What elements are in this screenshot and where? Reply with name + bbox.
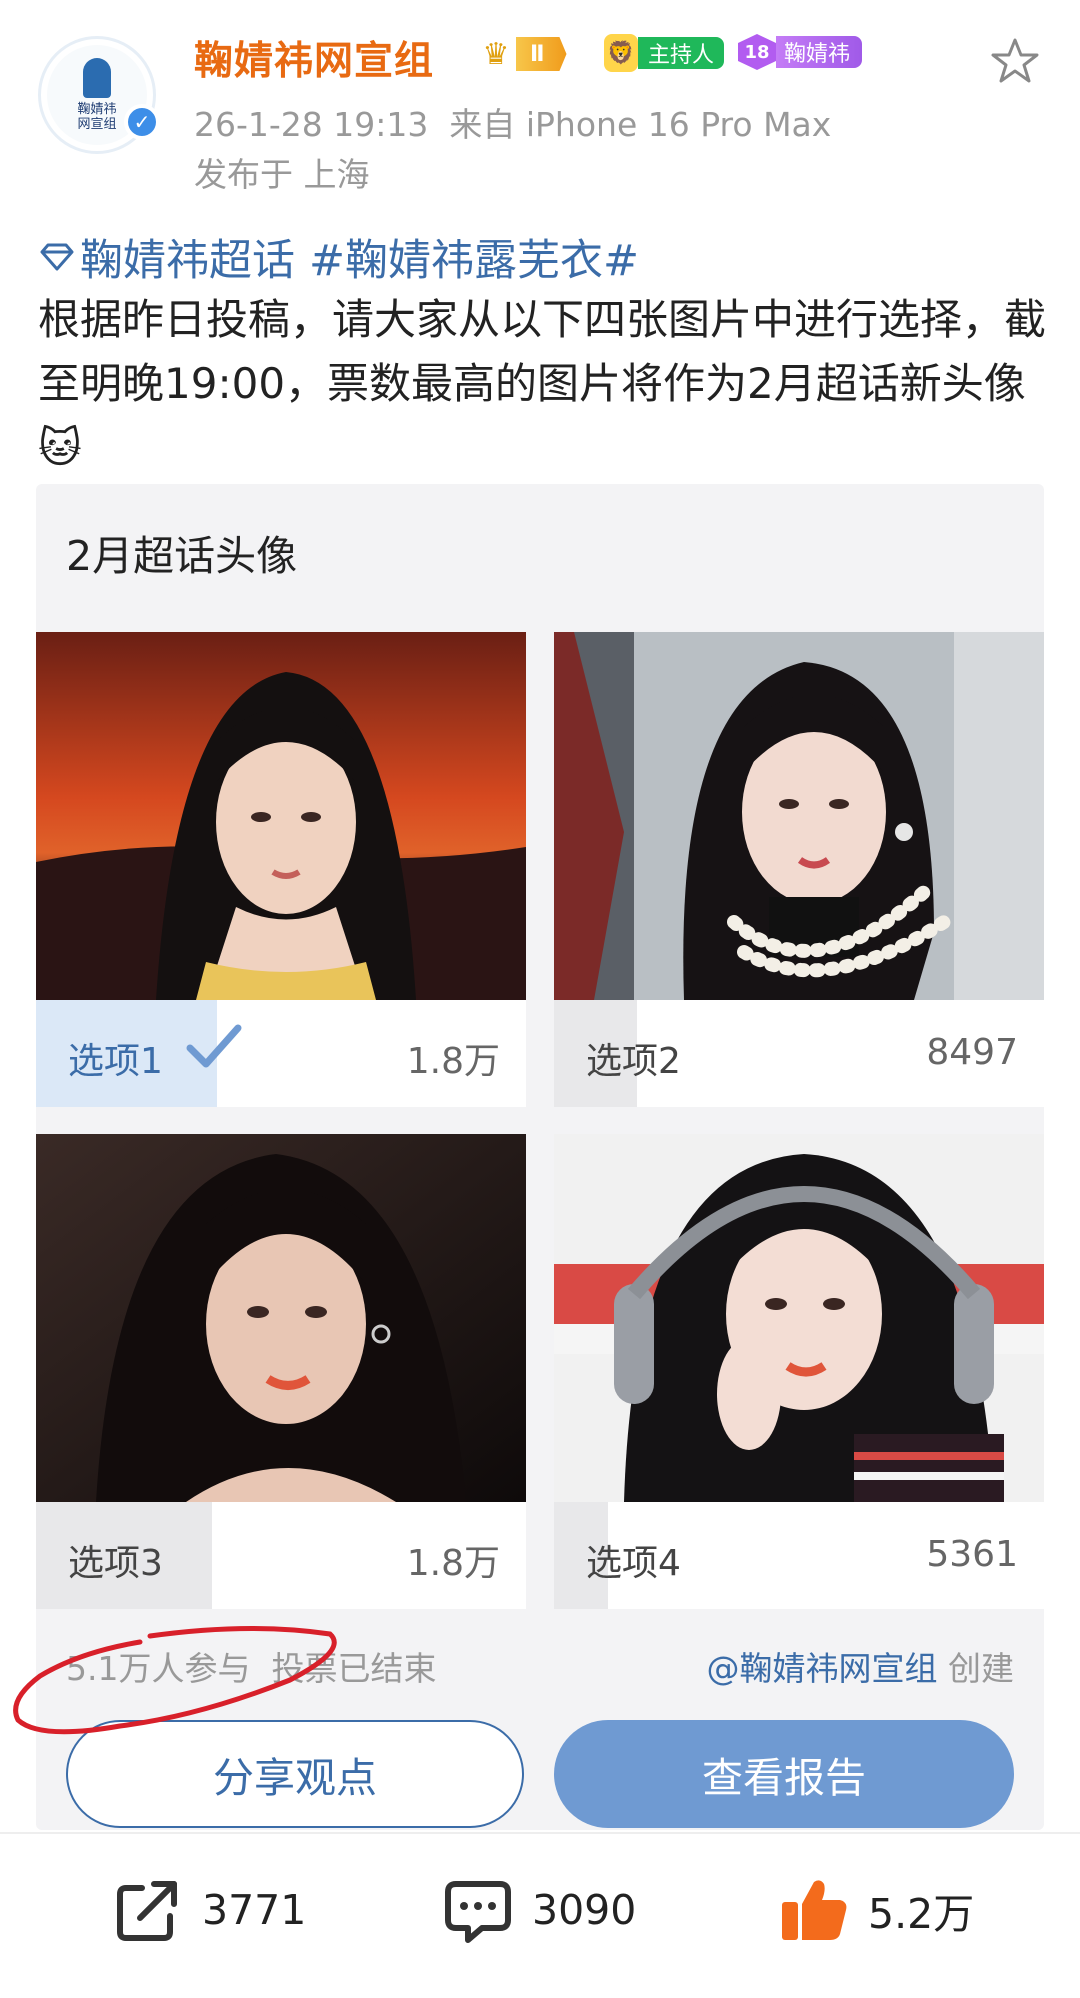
like-button[interactable]: 5.2万	[778, 1850, 974, 1970]
favorite-star-icon[interactable]	[990, 36, 1040, 86]
super-topic-link[interactable]: 鞠婧祎超话	[80, 226, 295, 288]
option-2-count: 8497	[926, 1032, 1018, 1073]
weibo-post-screen: 鞠婧祎 网宣组 ✓ 鞠婧祎网宣组 ♛ Ⅱ 🦁 主持人 18 鞠婧祎 26-1-2…	[0, 0, 1080, 1998]
fan-badge[interactable]: 18 鞠婧祎	[738, 34, 863, 70]
fan-level: 18	[738, 34, 776, 70]
option-2-label: 选项2	[586, 1041, 681, 1082]
comment-count: 3090	[532, 1886, 637, 1934]
option-4-label: 选项4	[586, 1543, 681, 1584]
repost-count: 3771	[202, 1886, 307, 1934]
like-count: 5.2万	[868, 1890, 975, 1938]
host-badge[interactable]: 🦁 主持人	[604, 34, 725, 72]
repost-button[interactable]: 3771	[112, 1850, 306, 1970]
post-timestamp: 26-1-28 19:13	[194, 105, 429, 144]
comment-icon	[445, 1881, 511, 1943]
post-body: 根据昨日投稿，请大家从以下四张图片中进行选择，截至明晚19:00，票数最高的图片…	[38, 295, 1047, 472]
poll-creator-link[interactable]: @鞠婧祎网宣组	[707, 1649, 938, 1688]
poll-status: 投票已结束	[271, 1649, 437, 1688]
option-1-count: 1.8万	[406, 1041, 500, 1082]
poll-option-1[interactable]: 选项1 1.8万	[36, 632, 526, 1107]
topic-line: 鞠婧祎超话 #鞠婧祎露芜衣#	[38, 226, 653, 288]
option-3-count: 1.8万	[406, 1543, 500, 1584]
thumbs-up-icon	[782, 1880, 847, 1940]
level-badge[interactable]: ♛ Ⅱ	[476, 34, 567, 74]
super-topic-icon	[40, 243, 74, 271]
option-1-label: 选项1	[68, 1041, 163, 1082]
poll-title: 2月超话头像	[66, 532, 298, 580]
poll-participants: 5.1万人参与	[66, 1649, 251, 1688]
poll-option-3[interactable]: 选项3 1.8万	[36, 1134, 526, 1609]
host-badge-label: 主持人	[638, 37, 725, 69]
post-location: 发布于 上海	[194, 155, 370, 194]
poll-option-2[interactable]: 选项2 8497	[554, 632, 1044, 1107]
option-4-count: 5361	[926, 1534, 1018, 1575]
level-badge-label: Ⅱ	[516, 37, 567, 71]
author-name[interactable]: 鞠婧祎网宣组	[194, 30, 434, 86]
host-mascot-icon: 🦁	[604, 34, 638, 72]
poll-option-4[interactable]: 选项4 5361	[554, 1134, 1044, 1609]
post-source: 来自 iPhone 16 Pro Max	[449, 105, 832, 144]
poll-card: 2月超话头像 选项1 1.8万 选项2 8497 选项3 1.8万 选项4 53…	[36, 484, 1044, 1830]
option-1-image[interactable]	[36, 632, 526, 1000]
option-3-label: 选项3	[68, 1543, 163, 1584]
option-2-image[interactable]	[554, 632, 1044, 1000]
poll-participation: 5.1万人参与 投票已结束	[66, 1642, 436, 1690]
option-4-image[interactable]	[554, 1134, 1044, 1502]
poll-creator-suffix: 创建	[948, 1649, 1014, 1688]
verified-icon: ✓	[124, 104, 160, 140]
avatar-figure-icon	[83, 58, 111, 98]
share-opinion-button[interactable]: 分享观点	[66, 1720, 524, 1828]
view-report-button[interactable]: 查看报告	[554, 1720, 1014, 1828]
avatar-logo-text: 鞠婧祎 网宣组	[77, 102, 117, 132]
hashtag-link[interactable]: #鞠婧祎露芜衣#	[309, 226, 639, 288]
repost-icon	[117, 1881, 177, 1941]
action-bar-divider	[0, 1832, 1080, 1834]
crown-icon: ♛	[482, 36, 510, 72]
comment-button[interactable]: 3090	[442, 1850, 636, 1970]
option-3-image[interactable]	[36, 1134, 526, 1502]
poll-creator: @鞠婧祎网宣组 创建	[707, 1642, 1015, 1690]
selected-check-icon	[186, 1024, 242, 1068]
action-bar: 3771 3090 5.2万	[0, 1850, 1080, 1970]
fan-badge-label: 鞠婧祎	[776, 36, 863, 68]
post-meta-time-source: 26-1-28 19:13 来自 iPhone 16 Pro Max	[194, 98, 831, 146]
